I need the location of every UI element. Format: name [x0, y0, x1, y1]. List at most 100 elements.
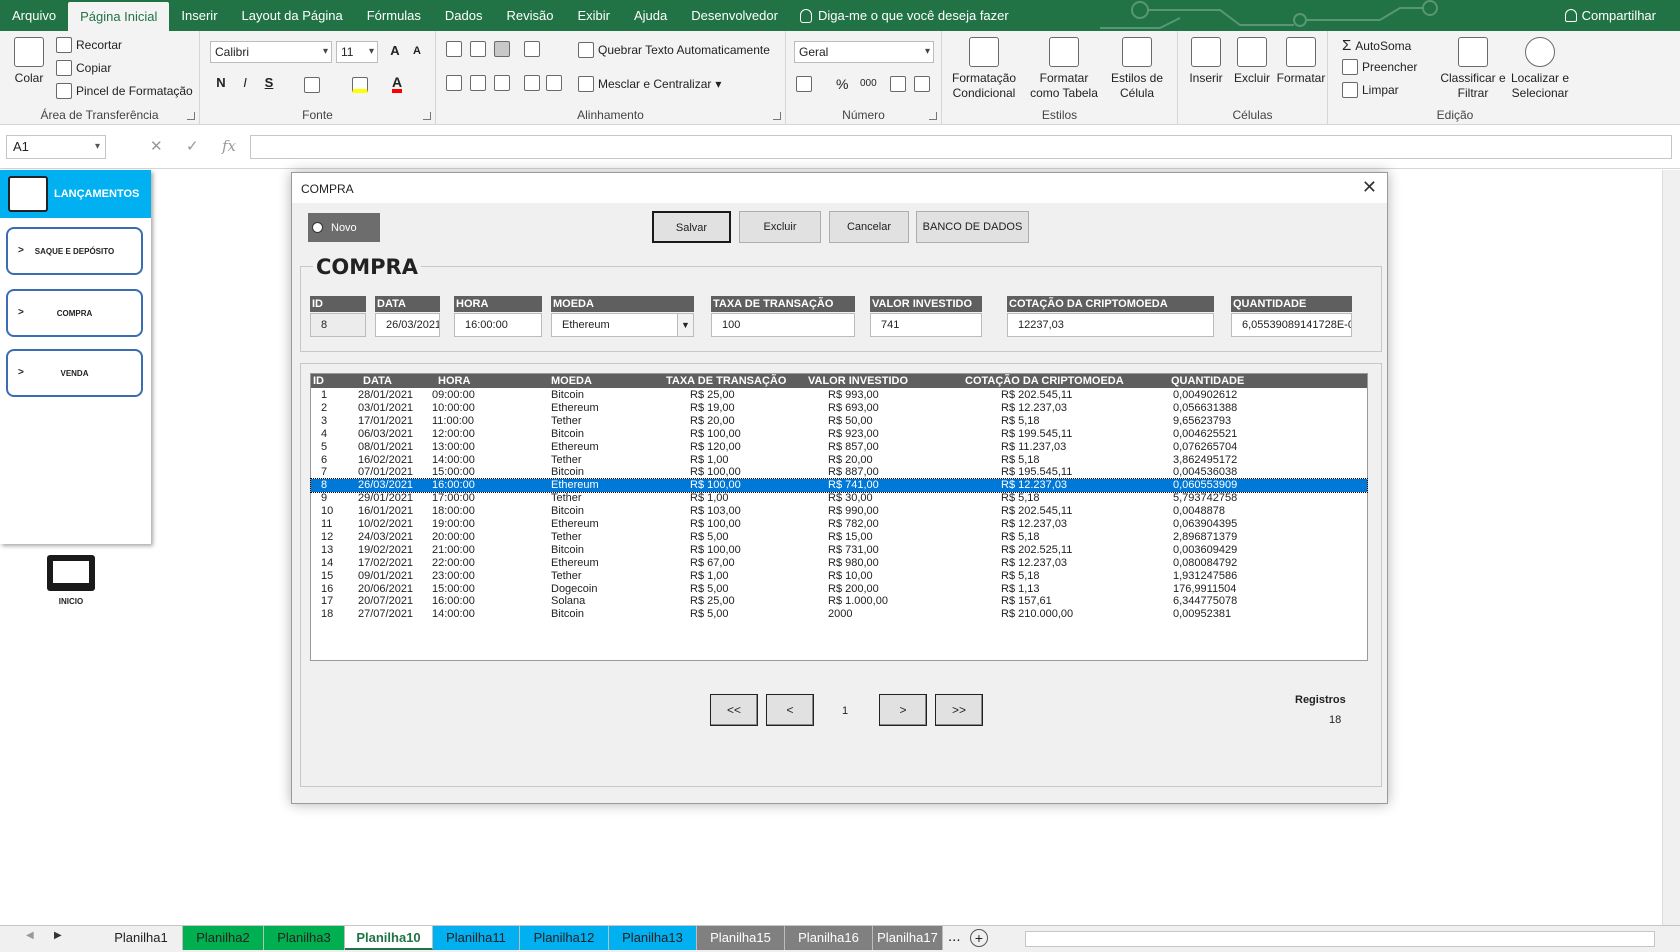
hora-field[interactable]: 16:00:00 [454, 313, 542, 337]
ribbon-tab-inserir[interactable]: Inserir [169, 0, 229, 31]
wrap-text-button[interactable]: Quebrar Texto Automaticamente [578, 42, 770, 58]
dialog-launcher-icon[interactable] [423, 112, 431, 120]
orientation-icon[interactable] [524, 41, 540, 57]
paste-button[interactable]: Colar [12, 37, 46, 86]
ribbon-tab-fórmulas[interactable]: Fórmulas [355, 0, 433, 31]
sheet-tab-planilha17[interactable]: Planilha17 [873, 926, 943, 950]
delete-cells-button[interactable]: Excluir [1230, 37, 1274, 86]
table-row[interactable]: 3 17/01/2021 11:00:00 Tether R$ 20,00 R$ 50,0… [311, 415, 1367, 428]
percent-button[interactable]: % [836, 76, 848, 92]
sheet-tab-planilha3[interactable]: Planilha3 [264, 926, 345, 950]
cotacao-field[interactable]: 12237,03 [1007, 313, 1214, 337]
last-page-button[interactable]: >> [935, 694, 983, 726]
check-icon[interactable]: ✓ [186, 137, 199, 155]
font-name-select[interactable]: Calibri [210, 41, 332, 63]
prev-page-button[interactable]: < [766, 694, 814, 726]
font-color-icon[interactable]: A [392, 75, 403, 93]
delete-button[interactable]: Excluir [739, 211, 821, 243]
shrink-font-icon[interactable]: A [406, 45, 428, 57]
sheet-tab-planilha13[interactable]: Planilha13 [609, 926, 697, 950]
ribbon-tab-ajuda[interactable]: Ajuda [622, 0, 679, 31]
cell-styles-button[interactable]: Estilos de Célula [1102, 37, 1172, 101]
thousands-button[interactable]: 000 [860, 78, 877, 89]
scroll-tabs-right-icon[interactable]: ▶ [54, 930, 62, 941]
cancel-button[interactable]: Cancelar [829, 211, 909, 243]
save-button[interactable]: Salvar [652, 211, 731, 243]
format-as-table-button[interactable]: Formatar como Tabela [1028, 37, 1100, 101]
moeda-select[interactable]: Ethereum ▼ [551, 313, 694, 337]
sheet-tab-planilha2[interactable]: Planilha2 [183, 926, 264, 950]
copy-button[interactable]: Copiar [56, 60, 111, 76]
table-row[interactable]: 13 19/02/2021 21:00:00 Bitcoin R$ 100,00 R$ 7… [311, 544, 1367, 557]
taxa-field[interactable]: 100 [711, 313, 855, 337]
table-row[interactable]: 7 07/01/2021 15:00:00 Bitcoin R$ 100,00 R$ 88… [311, 466, 1367, 479]
sheet-tab-planilha11[interactable]: Planilha11 [433, 926, 520, 950]
align-middle-icon[interactable] [470, 41, 486, 57]
sheet-tab-planilha12[interactable]: Planilha12 [520, 926, 609, 950]
first-page-button[interactable]: << [710, 694, 758, 726]
table-row[interactable]: 18 27/07/2021 14:00:00 Bitcoin R$ 5,00 2000 R$… [311, 608, 1367, 621]
format-painter-button[interactable]: Pincel de Formatação [56, 83, 193, 99]
dropdown-arrow-icon[interactable]: ▼ [677, 314, 693, 336]
merge-center-button[interactable]: Mesclar e Centralizar ▾ [578, 76, 721, 92]
borders-icon[interactable] [304, 77, 320, 93]
novo-radio[interactable]: Novo [308, 213, 380, 242]
valor-field[interactable]: 741 [870, 313, 982, 337]
home-button[interactable]: INICIO [44, 555, 98, 606]
fill-button[interactable]: Preencher [1342, 59, 1417, 75]
table-row[interactable]: 4 06/03/2021 12:00:00 Bitcoin R$ 100,00 R$ 92… [311, 428, 1367, 441]
dialog-launcher-icon[interactable] [187, 112, 195, 120]
table-row[interactable]: 1 28/01/2021 09:00:00 Bitcoin R$ 25,00 R$ 993… [311, 389, 1367, 402]
nav-button-compra[interactable]: > COMPRA [6, 289, 143, 337]
horizontal-scrollbar[interactable] [1025, 931, 1655, 947]
table-row[interactable]: 12 24/03/2021 20:00:00 Tether R$ 5,00 R$ 15,0… [311, 531, 1367, 544]
format-cells-button[interactable]: Formatar [1276, 37, 1326, 86]
quantidade-field[interactable]: 6,05539089141728E-02 [1231, 313, 1352, 337]
scroll-tabs-left-icon[interactable]: ◀ [26, 930, 34, 941]
cancel-icon[interactable]: ✕ [150, 137, 163, 155]
tell-me-box[interactable]: Diga-me o que você deseja fazer [799, 8, 1009, 23]
table-row[interactable]: 11 10/02/2021 19:00:00 Ethereum R$ 100,00 R$ … [311, 518, 1367, 531]
font-size-select[interactable]: 11 [336, 41, 378, 63]
decrease-decimal-icon[interactable] [914, 76, 930, 92]
align-right-icon[interactable] [494, 75, 510, 91]
currency-icon[interactable] [796, 76, 812, 92]
vertical-scrollbar[interactable] [1662, 170, 1680, 925]
nav-button-venda[interactable]: > VENDA [6, 349, 143, 397]
more-sheets[interactable]: ... [948, 928, 961, 945]
ribbon-tab-exibir[interactable]: Exibir [565, 0, 622, 31]
insert-cells-button[interactable]: Inserir [1184, 37, 1228, 86]
sheet-tab-planilha16[interactable]: Planilha16 [785, 926, 873, 950]
sheet-tab-planilha15[interactable]: Planilha15 [697, 926, 785, 950]
align-left-icon[interactable] [446, 75, 462, 91]
ribbon-tab-desenvolvedor[interactable]: Desenvolvedor [679, 0, 790, 31]
table-row[interactable]: 2 03/01/2021 10:00:00 Ethereum R$ 19,00 R$ 69… [311, 402, 1367, 415]
ribbon-tab-revisão[interactable]: Revisão [495, 0, 566, 31]
data-field[interactable]: 26/03/2021 [375, 313, 440, 337]
table-row[interactable]: 16 20/06/2021 15:00:00 Dogecoin R$ 5,00 R$ 20… [311, 583, 1367, 596]
dialog-launcher-icon[interactable] [929, 112, 937, 120]
sheet-tab-planilha10[interactable]: Planilha10 [345, 926, 433, 950]
table-row[interactable]: 8 26/03/2021 16:00:00 Ethereum R$ 100,00 R$ 7… [310, 478, 1368, 494]
name-box[interactable]: A1 [6, 135, 106, 159]
add-sheet-icon[interactable]: + [970, 929, 988, 947]
conditional-formatting-button[interactable]: Formatação Condicional [948, 37, 1020, 101]
nav-button-saque-deposito[interactable]: > SAQUE E DEPÓSITO [6, 227, 143, 275]
align-top-icon[interactable] [446, 41, 462, 57]
ribbon-tab-arquivo[interactable]: Arquivo [0, 0, 68, 31]
table-row[interactable]: 6 16/02/2021 14:00:00 Tether R$ 1,00 R$ 20,00… [311, 454, 1367, 467]
records-listbox[interactable]: ID DATA HORA MOEDA TAXA DE TRANSAÇÃO VALOR IN… [310, 373, 1368, 661]
fx-icon[interactable]: fx [222, 137, 236, 155]
ribbon-tab-página-inicial[interactable]: Página Inicial [68, 2, 170, 31]
sort-filter-button[interactable]: Classificar e Filtrar [1440, 37, 1506, 101]
ribbon-tab-layout-da-página[interactable]: Layout da Página [230, 0, 355, 31]
table-row[interactable]: 10 16/01/2021 18:00:00 Bitcoin R$ 103,00 R$ 9… [311, 505, 1367, 518]
number-format-select[interactable]: Geral [794, 41, 934, 63]
fill-color-icon[interactable] [352, 77, 368, 93]
sheet-tab-planilha1[interactable]: Planilha1 [100, 926, 183, 950]
share-button[interactable]: Compartilhar [1564, 0, 1656, 31]
underline-button[interactable]: S [258, 75, 280, 90]
cut-button[interactable]: Recortar [56, 37, 122, 53]
ribbon-tab-dados[interactable]: Dados [433, 0, 495, 31]
database-button[interactable]: BANCO DE DADOS [916, 211, 1029, 243]
